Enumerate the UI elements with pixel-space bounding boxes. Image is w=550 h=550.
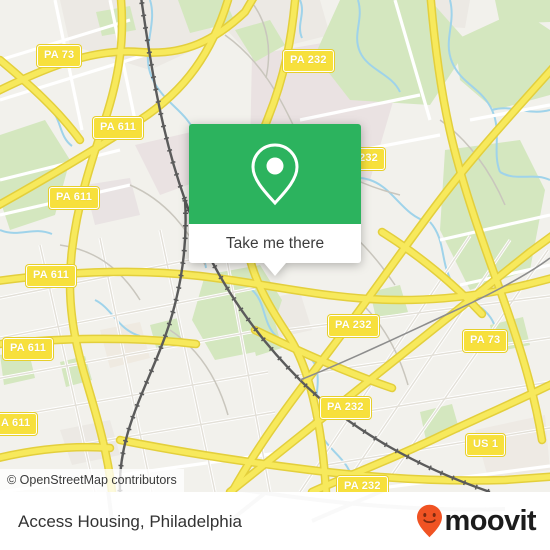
road-shield: PA 73 (37, 45, 82, 67)
popup-action-row[interactable]: Take me there (189, 224, 361, 263)
road-shield: PA 611 (3, 338, 54, 360)
destination-popup-card[interactable]: Take me there (189, 124, 361, 276)
moovit-logo[interactable]: moovit (416, 504, 537, 538)
road-shield: US 1 (466, 434, 506, 456)
road-shield: PA 73 (463, 330, 508, 352)
location-title: Access Housing, Philadelphia (18, 511, 242, 531)
road-shield: PA 232 (283, 50, 334, 72)
screenshot-root: PA 73 PA 232 PA 611 PA 611 232 PA 611 PA 611 PA… (0, 0, 550, 550)
popup-pointer-tail (264, 263, 286, 276)
road-shield: PA 232 (328, 315, 379, 337)
road-shield: PA 232 (337, 476, 388, 492)
moovit-wordmark: moovit (444, 504, 537, 537)
footer-bar: Access Housing, Philadelphia moovit (0, 492, 550, 550)
road-shield: PA 611 (49, 187, 100, 209)
road-shield: PA 232 (320, 397, 371, 419)
take-me-there-label: Take me there (225, 234, 325, 252)
moovit-smiley-pin-icon (416, 504, 442, 538)
road-shield: PA 611 (93, 117, 144, 139)
map-attribution[interactable]: © OpenStreetMap contributors (0, 468, 184, 492)
map-pin-icon (251, 143, 299, 206)
road-shield: A 611 (0, 413, 38, 435)
popup-header (189, 124, 361, 224)
road-shield: PA 611 (26, 265, 77, 287)
